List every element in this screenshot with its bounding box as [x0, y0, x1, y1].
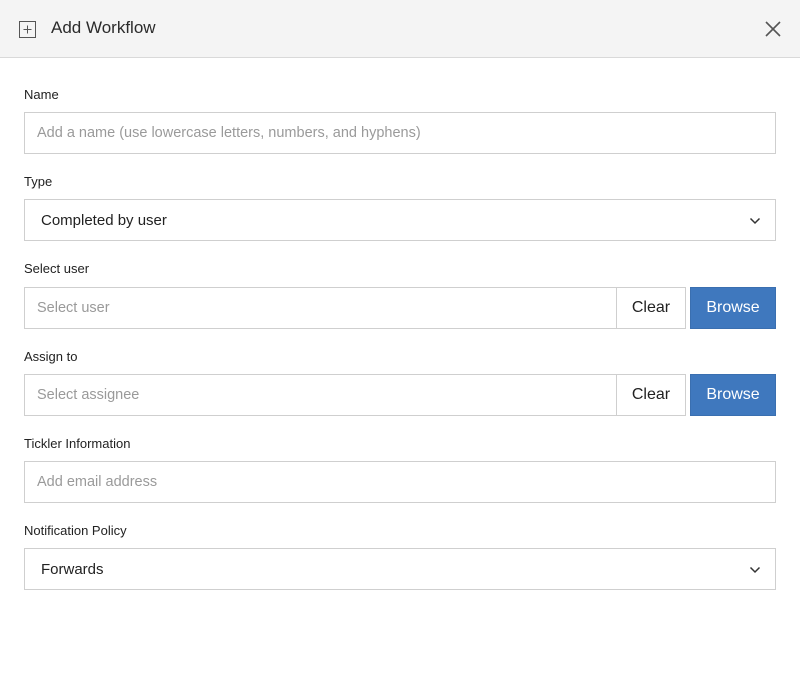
notification-policy-selected-value: Forwards	[41, 561, 104, 578]
chevron-down-icon	[749, 566, 761, 574]
assign-to-clear-button[interactable]: Clear	[616, 374, 686, 416]
select-user-label: Select user	[24, 261, 90, 276]
assign-to-input[interactable]	[25, 375, 616, 415]
chevron-down-icon	[749, 217, 761, 225]
tickler-email-input[interactable]	[25, 462, 775, 502]
assign-to-group: Clear Browse	[24, 374, 776, 416]
type-select[interactable]: Completed by user	[24, 199, 776, 241]
add-box-icon	[19, 21, 36, 38]
select-user-group: Clear Browse	[24, 287, 776, 329]
assign-to-browse-button[interactable]: Browse	[690, 374, 776, 416]
close-icon[interactable]	[764, 20, 782, 38]
notification-policy-select[interactable]: Forwards	[24, 548, 776, 590]
select-user-input[interactable]	[25, 288, 616, 328]
name-input[interactable]	[25, 113, 775, 153]
dialog-header: Add Workflow	[0, 0, 800, 58]
dialog-title: Add Workflow	[51, 18, 156, 37]
notification-policy-label: Notification Policy	[24, 523, 127, 538]
select-user-clear-button[interactable]: Clear	[616, 287, 686, 329]
tickler-label: Tickler Information	[24, 436, 131, 451]
assign-to-field-wrapper	[24, 374, 617, 416]
tickler-field-wrapper	[24, 461, 776, 503]
type-label: Type	[24, 174, 53, 189]
name-field-wrapper	[24, 112, 776, 154]
select-user-field-wrapper	[24, 287, 617, 329]
type-selected-value: Completed by user	[41, 212, 167, 229]
select-user-browse-button[interactable]: Browse	[690, 287, 776, 329]
assign-to-label: Assign to	[24, 349, 78, 364]
name-label: Name	[24, 87, 59, 102]
